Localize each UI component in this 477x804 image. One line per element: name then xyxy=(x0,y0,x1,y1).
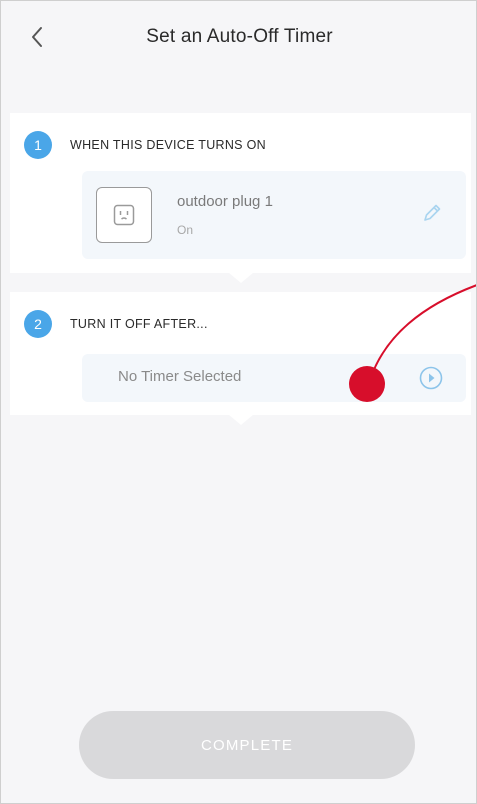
timer-selector[interactable]: No Timer Selected xyxy=(82,354,466,402)
step-1-label: WHEN THIS DEVICE TURNS ON xyxy=(70,138,266,152)
pencil-icon[interactable] xyxy=(420,201,444,225)
device-card[interactable]: outdoor plug 1 On xyxy=(82,171,466,259)
annotation-marker xyxy=(349,366,385,402)
step-1-header: 1 WHEN THIS DEVICE TURNS ON xyxy=(24,131,266,159)
timer-value: No Timer Selected xyxy=(118,368,242,385)
app-screen: Set an Auto-Off Timer 1 WHEN THIS DEVICE… xyxy=(0,0,477,804)
header-bar: Set an Auto-Off Timer xyxy=(1,1,476,73)
plug-icon xyxy=(96,187,152,243)
chevron-right-circle-icon[interactable] xyxy=(418,365,444,391)
complete-button[interactable]: COMPLETE xyxy=(79,711,415,779)
device-state: On xyxy=(177,223,194,237)
page-title: Set an Auto-Off Timer xyxy=(146,26,333,47)
device-name: outdoor plug 1 xyxy=(177,193,273,210)
step-2-label: TURN IT OFF AFTER... xyxy=(70,317,208,331)
chevron-left-icon xyxy=(32,27,42,47)
section-pointer xyxy=(228,415,253,425)
trigger-section: 1 WHEN THIS DEVICE TURNS ON outdoor plug… xyxy=(10,113,471,283)
step-1-badge: 1 xyxy=(24,131,52,159)
section-pointer xyxy=(228,273,253,283)
action-section: 2 TURN IT OFF AFTER... No Timer Selected xyxy=(10,292,471,425)
back-button[interactable] xyxy=(23,21,51,53)
step-2-badge: 2 xyxy=(24,310,52,338)
step-2-header: 2 TURN IT OFF AFTER... xyxy=(24,310,208,338)
